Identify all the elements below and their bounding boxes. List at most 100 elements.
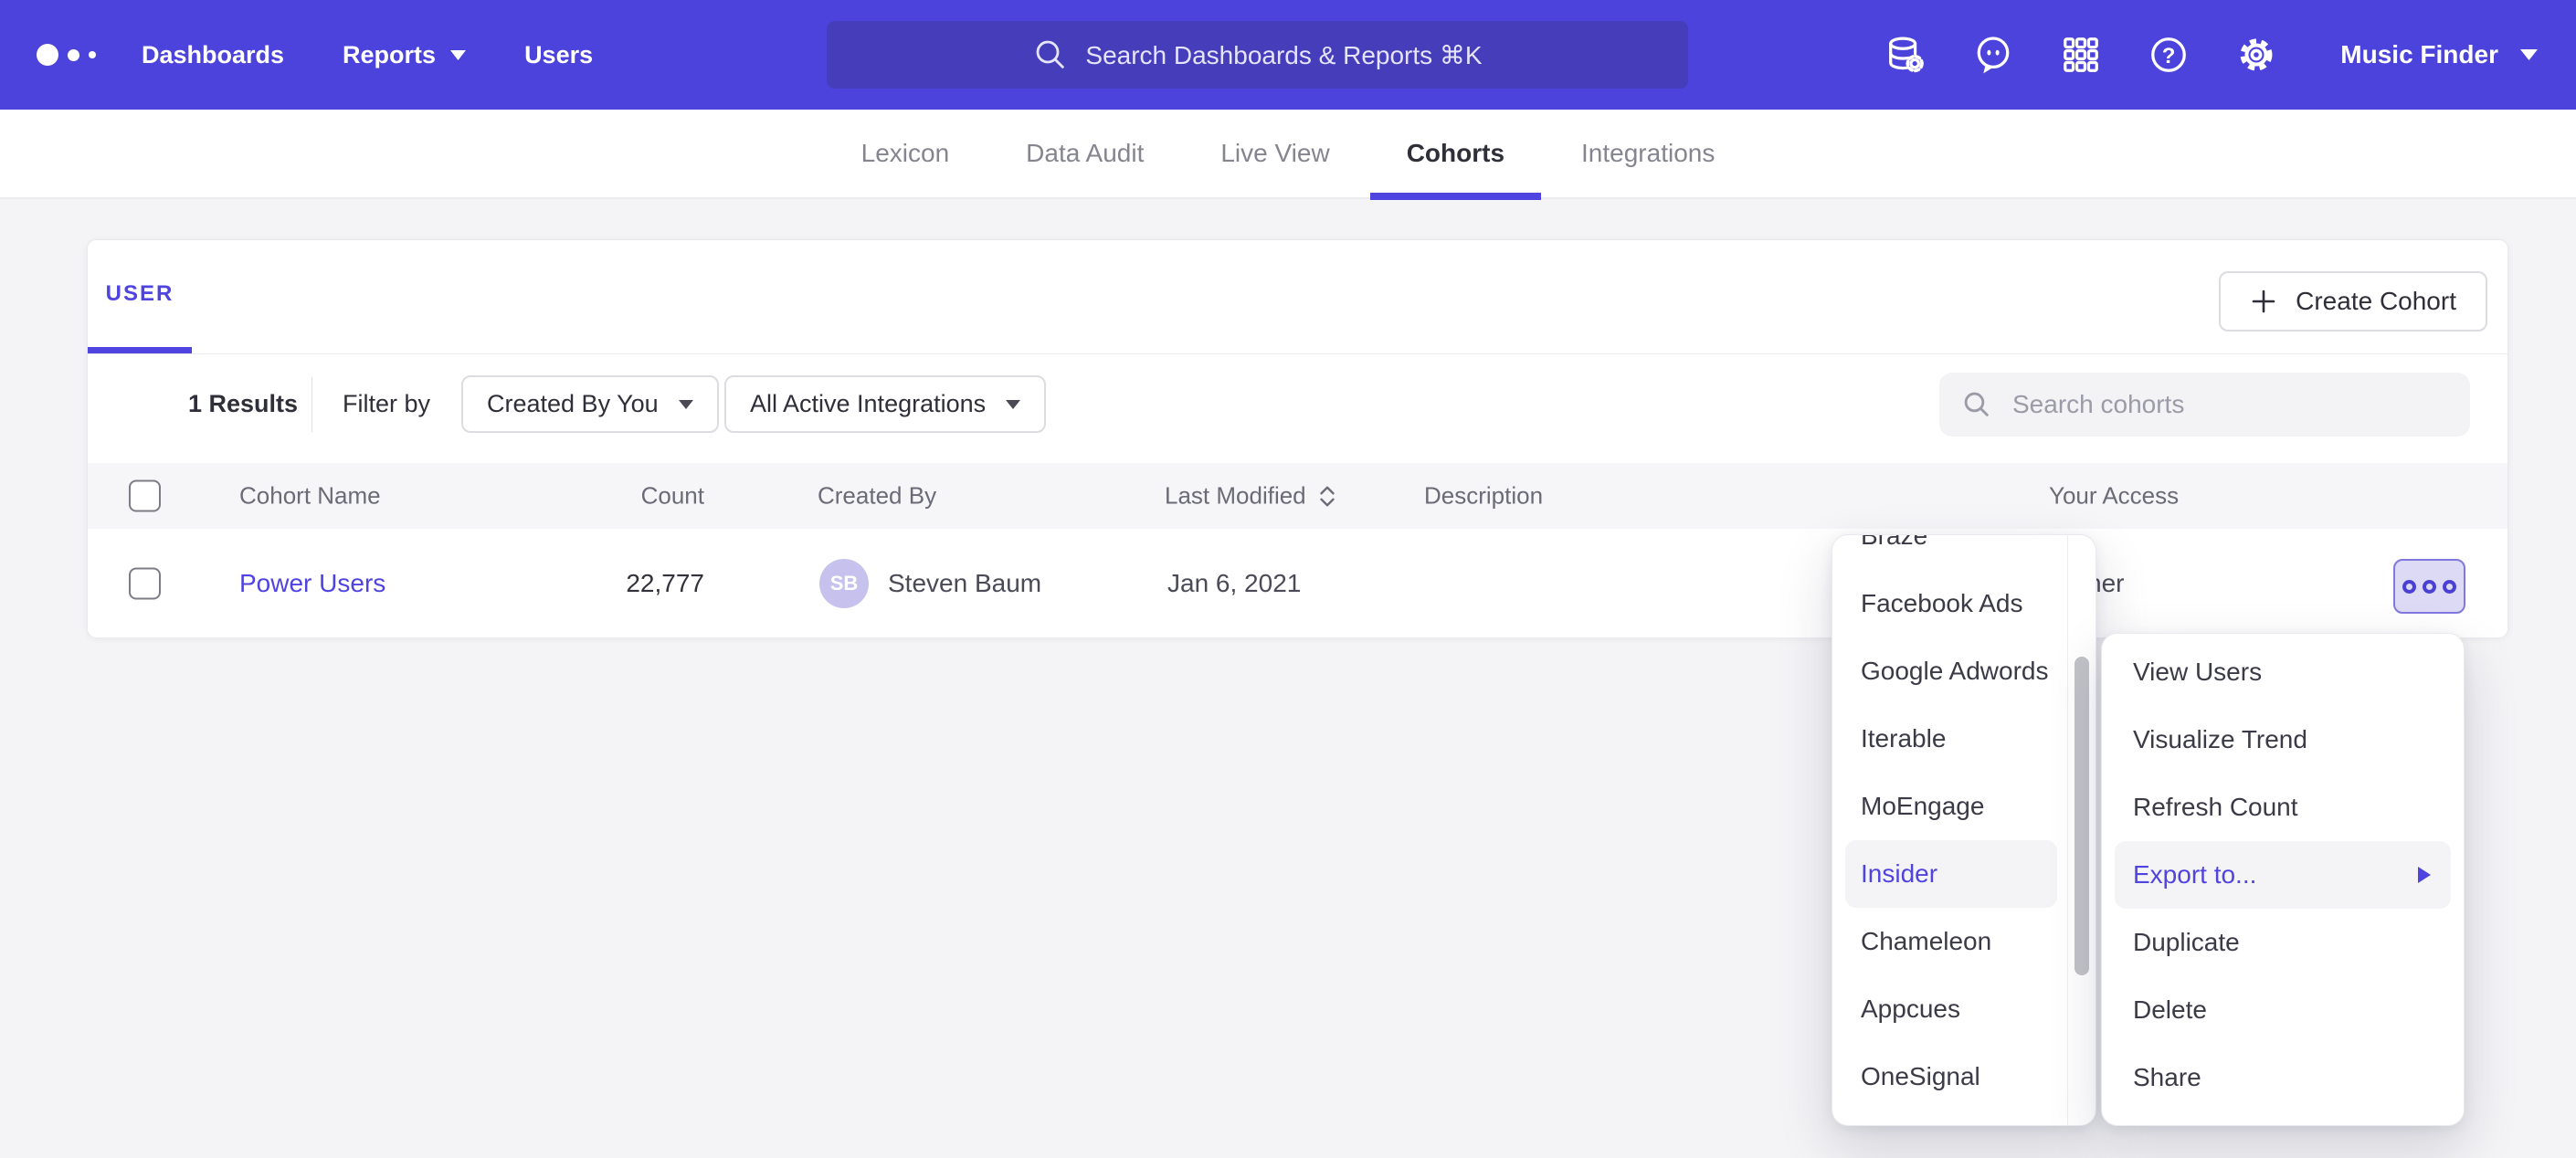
create-cohort-label: Create Cohort	[2296, 287, 2456, 316]
context-menu-item[interactable]: Visualize Trend	[2115, 706, 2451, 774]
card-divider	[88, 353, 2507, 354]
cohort-search-input[interactable]	[2011, 389, 2448, 420]
global-search-bar[interactable]: Search Dashboards & Reports ⌘K	[827, 21, 1688, 89]
filter-by-label: Filter by	[343, 390, 430, 418]
integrations-filter-dropdown[interactable]: All Active Integrations	[724, 375, 1046, 433]
created-by-filter-dropdown[interactable]: Created By You	[461, 375, 719, 433]
help-icon[interactable]: ?	[2148, 34, 2190, 76]
data-management-icon[interactable]	[1884, 34, 1927, 76]
project-name: Music Finder	[2340, 40, 2498, 69]
chevron-down-icon	[1006, 400, 1020, 409]
section-tab[interactable]: Lexicon	[861, 109, 950, 198]
results-count: 1 Results	[188, 390, 298, 418]
submenu-scrollbar-track	[2067, 535, 2096, 1125]
nav-item[interactable]: Reports	[343, 41, 466, 69]
project-switcher[interactable]: Music Finder	[2340, 40, 2538, 69]
context-menu-item-label: Visualize Trend	[2133, 725, 2307, 754]
context-menu-item[interactable]: Delete	[2115, 976, 2451, 1044]
created-by-filter-value: Created By You	[487, 390, 659, 418]
export-submenu-item-label: Braze	[1861, 534, 1927, 551]
filter-row-divider	[311, 377, 312, 432]
submenu-scrollbar-thumb[interactable]	[2075, 657, 2089, 975]
export-submenu-item-label: Google Adwords	[1861, 657, 2048, 686]
nav-right-cluster: ? Music Finder	[1862, 0, 2576, 110]
context-menu-item[interactable]: Refresh Count	[2115, 774, 2451, 841]
context-menu-item[interactable]: Duplicate	[2115, 909, 2451, 976]
feedback-icon[interactable]	[1972, 34, 2014, 76]
context-menu-item-label: Export to...	[2133, 860, 2256, 890]
settings-gear-icon[interactable]	[2235, 34, 2277, 76]
export-submenu-item-label: MoEngage	[1861, 792, 1984, 821]
export-submenu-item-label: Chameleon	[1861, 927, 1991, 956]
section-tab[interactable]: Integrations	[1581, 109, 1715, 198]
cohort-type-tab-user[interactable]: USER	[88, 240, 192, 353]
section-tab[interactable]: Data Audit	[1026, 109, 1144, 198]
ellipsis-dot	[2443, 580, 2456, 594]
nav-item[interactable]: Users	[524, 41, 593, 69]
chevron-down-icon	[450, 50, 466, 60]
export-submenu-item-label: Iterable	[1861, 724, 1946, 753]
top-nav: Dashboards Reports Users Search Das	[0, 0, 2576, 110]
row-context-menu: View Users Visualize Trend Refresh Count…	[2101, 633, 2465, 1126]
section-tabbar: Lexicon Data Audit Live View Cohorts Int…	[0, 110, 2576, 199]
export-submenu-item[interactable]: Iterable	[1845, 705, 2057, 773]
nav-item-label: Users	[524, 41, 593, 69]
export-submenu-list: Braze Facebook Ads Google Adwords Iterab…	[1832, 534, 2096, 1111]
select-all-checkbox[interactable]	[129, 480, 161, 512]
export-submenu-item[interactable]: MoEngage	[1845, 773, 2057, 840]
nav-item-label: Reports	[343, 41, 436, 69]
chevron-down-icon	[679, 400, 693, 409]
context-menu-item-label: View Users	[2133, 658, 2262, 687]
export-submenu-item[interactable]: Insider	[1845, 840, 2057, 908]
cohort-count: 22,777	[563, 569, 704, 598]
column-description: Description	[1424, 482, 1543, 511]
context-menu-item-label: Delete	[2133, 995, 2207, 1025]
logo-dot-medium	[68, 49, 79, 61]
nav-menu: Dashboards Reports Users	[142, 0, 651, 110]
ellipsis-dot	[2423, 580, 2436, 594]
global-search-placeholder: Search Dashboards & Reports ⌘K	[1085, 40, 1482, 70]
export-submenu-item-label: Insider	[1861, 859, 1937, 889]
context-menu-item[interactable]: Export to...	[2115, 841, 2451, 909]
plus-icon	[2250, 288, 2277, 315]
export-submenu-item[interactable]: Appcues	[1845, 975, 2057, 1043]
mixpanel-logo[interactable]	[37, 0, 96, 110]
last-modified-value: Jan 6, 2021	[1167, 569, 1301, 598]
svg-text:?: ?	[2162, 44, 2176, 68]
nav-item[interactable]: Dashboards	[142, 41, 284, 69]
apps-grid-icon[interactable]	[2060, 34, 2102, 76]
cohort-search-box	[1939, 373, 2470, 437]
table-row: Power Users 22,777 SB Steven Baum Jan 6,…	[88, 529, 2507, 637]
cohorts-card: USER Create Cohort 1 Results Filter by C…	[87, 239, 2508, 637]
column-created-by: Created By	[818, 482, 936, 511]
export-submenu-item-label: Facebook Ads	[1861, 589, 2022, 618]
export-submenu-item[interactable]: OneSignal	[1845, 1043, 2057, 1111]
created-by-value: Steven Baum	[888, 569, 1041, 598]
column-last-modified[interactable]: Last Modified	[1165, 482, 1337, 511]
section-tab[interactable]: Live View	[1220, 109, 1329, 198]
sort-icon	[1317, 484, 1337, 508]
row-more-options-button[interactable]	[2393, 559, 2465, 614]
section-tab-label: Data Audit	[1026, 139, 1144, 168]
section-tab-label: Live View	[1220, 139, 1329, 168]
column-cohort-name: Cohort Name	[239, 482, 381, 511]
context-menu-item[interactable]: View Users	[2115, 638, 2451, 706]
section-tab-label: Integrations	[1581, 139, 1715, 168]
export-submenu-item[interactable]: Chameleon	[1845, 908, 2057, 975]
create-cohort-button[interactable]: Create Cohort	[2219, 271, 2487, 332]
export-submenu-item-label: Appcues	[1861, 995, 1960, 1024]
nav-item-label: Dashboards	[142, 41, 284, 69]
section-tab[interactable]: Cohorts	[1407, 109, 1504, 198]
export-submenu-item[interactable]: Braze	[1845, 534, 2057, 570]
row-checkbox[interactable]	[129, 567, 161, 599]
export-submenu-item[interactable]: Google Adwords	[1845, 637, 2057, 705]
logo-dot-large	[37, 44, 58, 66]
column-last-modified-label: Last Modified	[1165, 482, 1306, 511]
context-menu-item[interactable]: Share	[2115, 1044, 2451, 1111]
submenu-arrow-icon	[2418, 867, 2431, 883]
export-submenu-item[interactable]: Facebook Ads	[1845, 570, 2057, 637]
cohort-name-link[interactable]: Power Users	[239, 569, 385, 598]
section-tab-label: Cohorts	[1407, 139, 1504, 168]
chevron-down-icon	[2520, 49, 2538, 60]
logo-dot-small	[89, 51, 96, 58]
